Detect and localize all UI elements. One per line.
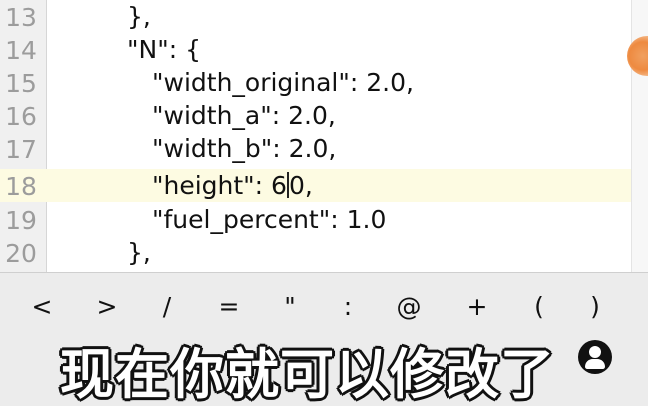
video-subtitle: 现在你就可以修改了 bbox=[60, 343, 555, 406]
code-text[interactable]: "fuel_percent": 1.0 bbox=[152, 203, 386, 236]
code-line[interactable]: 16 "width_a": 2.0, bbox=[0, 99, 632, 132]
line-number: 19 bbox=[5, 206, 37, 235]
code-line[interactable]: 15 "width_original": 2.0, bbox=[0, 66, 632, 99]
code-text[interactable]: "N": { bbox=[127, 33, 201, 66]
code-line[interactable]: 17 "width_b": 2.0, bbox=[0, 132, 632, 165]
key-at[interactable]: @ bbox=[384, 287, 434, 327]
user-icon[interactable] bbox=[578, 340, 612, 374]
code-line[interactable]: 19 "fuel_percent": 1.0 bbox=[0, 203, 632, 236]
line-number: 18 bbox=[5, 172, 37, 201]
key-double-quote[interactable]: " bbox=[265, 287, 315, 327]
key-plus[interactable]: + bbox=[452, 287, 502, 327]
line-number: 20 bbox=[5, 239, 37, 268]
code-text[interactable]: "width_original": 2.0, bbox=[152, 66, 414, 99]
symbol-key-row: < > / = " : @ + ( ) bbox=[0, 287, 648, 327]
line-number: 13 bbox=[5, 3, 37, 32]
key-open-paren[interactable]: ( bbox=[514, 287, 564, 327]
line-number: 16 bbox=[5, 102, 37, 131]
key-colon[interactable]: : bbox=[323, 287, 373, 327]
key-less-than[interactable]: < bbox=[17, 287, 67, 327]
key-slash[interactable]: / bbox=[142, 287, 192, 327]
code-line[interactable]: 13 }, bbox=[0, 0, 632, 33]
code-text[interactable]: }, bbox=[127, 0, 151, 33]
key-greater-than[interactable]: > bbox=[82, 287, 132, 327]
code-editor[interactable]: 13 }, 14 "N": { 15 "width_original": 2.0… bbox=[0, 0, 648, 272]
code-line[interactable]: 14 "N": { bbox=[0, 33, 632, 66]
key-close-paren[interactable]: ) bbox=[570, 287, 620, 327]
code-text-before-cursor: "height": 6 bbox=[152, 171, 287, 200]
code-text[interactable]: "width_b": 2.0, bbox=[152, 132, 336, 165]
line-number: 17 bbox=[5, 135, 37, 164]
code-line-active[interactable]: 18 "height": 60, bbox=[0, 169, 632, 202]
code-text-after-cursor: 0, bbox=[288, 171, 313, 200]
code-line[interactable]: 20 }, bbox=[0, 236, 632, 269]
line-number: 14 bbox=[5, 36, 37, 65]
key-equals[interactable]: = bbox=[204, 287, 254, 327]
line-number: 15 bbox=[5, 69, 37, 98]
code-text[interactable]: "width_a": 2.0, bbox=[152, 99, 336, 132]
code-text[interactable]: "height": 60, bbox=[152, 169, 313, 202]
code-text[interactable]: }, bbox=[127, 236, 151, 269]
